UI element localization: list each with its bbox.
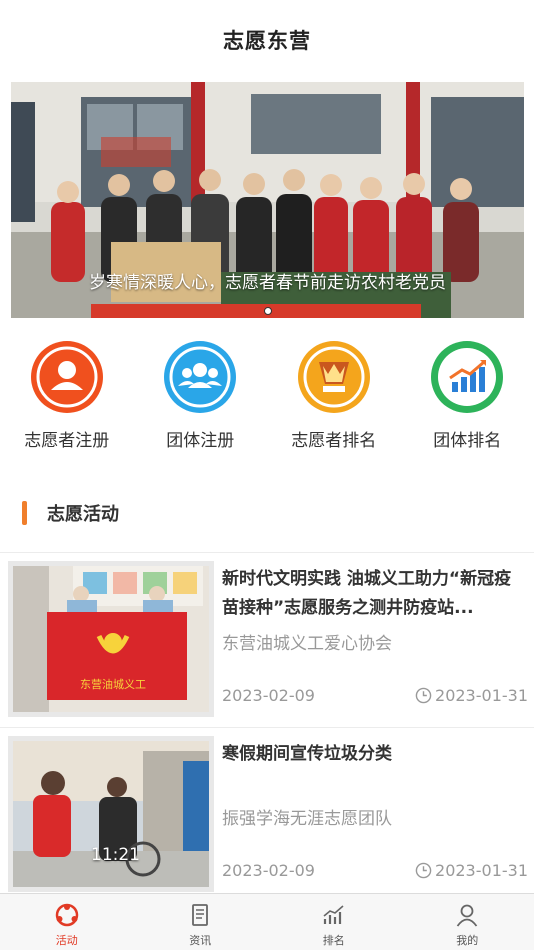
volunteer-ranking-button[interactable]: 志愿者排名 (274, 340, 394, 451)
group-icon (164, 341, 237, 413)
quick-label: 志愿者排名 (291, 431, 377, 451)
tab-profile[interactable]: 我的 (401, 894, 534, 950)
quick-menu: 志愿者注册 团体注册 志愿者排名 团体排名 (0, 340, 534, 451)
tab-ranking[interactable]: 排名 (267, 894, 401, 950)
activity-end-date: 2023-01-31 (415, 861, 528, 880)
activity-thumbnail: 东营油城义工 (8, 561, 214, 717)
ranking-icon (323, 905, 344, 924)
activity-end-date-text: 2023-01-31 (435, 686, 528, 705)
carousel-indicator (11, 307, 524, 315)
bottom-tab-bar: 活动 资讯 排名 我的 (0, 893, 534, 950)
news-icon (192, 904, 209, 926)
bar-chart-icon (431, 341, 504, 413)
tab-label: 排名 (322, 934, 345, 947)
activity-card[interactable]: 东营油城义工 新时代文明实践 油城义工助力“新冠疫苗接种”志愿服务之测井防疫站.… (0, 553, 534, 721)
group-register-button[interactable]: 团体注册 (140, 340, 260, 451)
tab-label: 活动 (55, 934, 78, 947)
person-icon (30, 341, 103, 413)
clock-icon (415, 862, 432, 879)
tab-activity[interactable]: 活动 (0, 894, 134, 950)
activity-title: 寒假期间宣传垃圾分类 (222, 744, 392, 764)
activity-end-date-text: 2023-01-31 (435, 861, 528, 880)
section-title: 志愿活动 (47, 504, 119, 525)
app-header: 志愿东营 (0, 0, 534, 80)
quick-label: 团体排名 (433, 431, 502, 451)
section-accent-bar (22, 501, 27, 525)
activity-thumbnail: 11:21 (8, 736, 214, 892)
activity-organizer: 振强学海无涯志愿团队 (222, 809, 392, 829)
clock-icon (415, 687, 432, 704)
activity-start-date: 2023-02-09 (222, 861, 315, 880)
tab-label: 资讯 (189, 934, 212, 947)
section-header: 志愿活动 (22, 500, 119, 526)
tab-label: 我的 (456, 934, 479, 947)
banner-caption: 岁寒情深暖人心，志愿者春节前走访农村老党员 (89, 273, 446, 293)
profile-icon (457, 904, 478, 927)
activity-end-date: 2023-01-31 (415, 686, 528, 705)
trophy-icon (297, 341, 370, 413)
group-ranking-button[interactable]: 团体排名 (407, 340, 527, 451)
tab-news[interactable]: 资讯 (134, 894, 268, 950)
photo-time-stamp: 11:21 (91, 845, 140, 865)
activity-organizer: 东营油城义工爱心协会 (222, 634, 392, 654)
banner-carousel[interactable]: 岁寒情深暖人心，志愿者春节前走访农村老党员 (11, 82, 524, 318)
activity-start-date: 2023-02-09 (222, 686, 315, 705)
quick-label: 志愿者注册 (24, 431, 110, 451)
quick-label: 团体注册 (166, 431, 235, 451)
activity-card[interactable]: 11:21 寒假期间宣传垃圾分类 振强学海无涯志愿团队 2023-02-09 2… (0, 728, 534, 896)
activity-icon (55, 903, 78, 927)
page-title: 志愿东营 (223, 29, 311, 53)
activity-title: 新时代文明实践 油城义工助力“新冠疫苗接种”志愿服务之测井防疫站... (222, 569, 512, 618)
volunteer-register-button[interactable]: 志愿者注册 (7, 340, 127, 451)
flag-text: 东营油城义工 (80, 677, 146, 691)
carousel-dot[interactable] (263, 307, 272, 315)
